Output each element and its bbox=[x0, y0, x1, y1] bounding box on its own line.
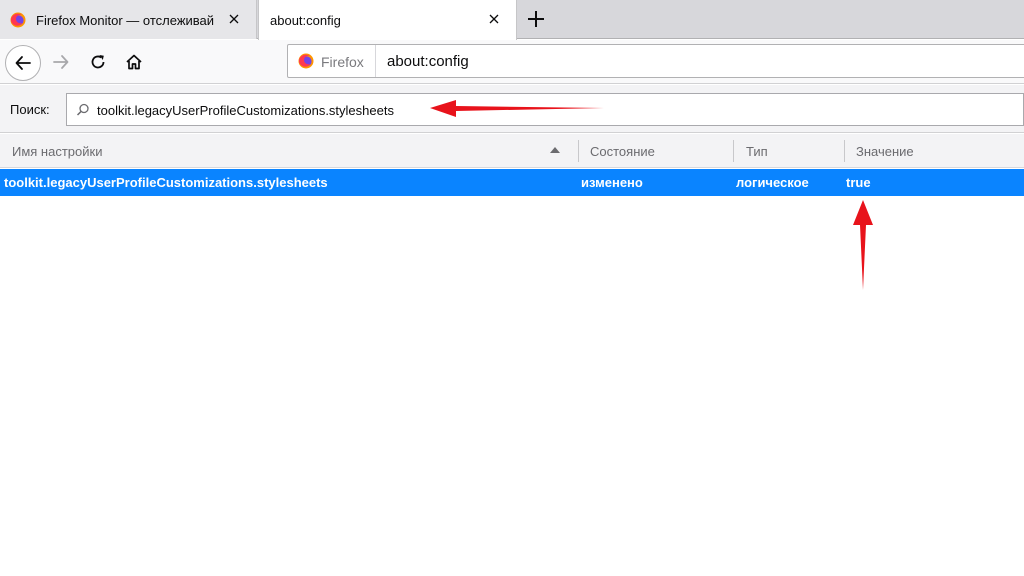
pref-type-cell: логическое bbox=[736, 175, 809, 190]
home-icon bbox=[126, 54, 142, 70]
address-bar[interactable]: Firefox about:config bbox=[287, 44, 1024, 78]
table-header: Имя настройки Состояние Тип Значение bbox=[0, 134, 1024, 168]
identity-label: Firefox bbox=[321, 54, 364, 70]
arrow-left-icon bbox=[15, 56, 31, 70]
back-button[interactable] bbox=[5, 45, 41, 81]
search-label: Поиск: bbox=[10, 102, 50, 117]
pref-status-cell: изменено bbox=[581, 175, 643, 190]
identity-box[interactable]: Firefox bbox=[288, 45, 376, 77]
search-input[interactable]: toolkit.legacyUserProfileCustomizations.… bbox=[66, 93, 1024, 126]
column-header-name[interactable]: Имя настройки bbox=[12, 144, 102, 159]
tab-strip: Firefox Monitor — отслеживай about:confi… bbox=[0, 0, 1024, 40]
navigation-toolbar: Firefox about:config bbox=[0, 40, 1024, 84]
tab-firefox-monitor[interactable]: Firefox Monitor — отслеживай bbox=[0, 0, 257, 39]
close-tab-icon[interactable] bbox=[226, 11, 242, 27]
firefox-logo-icon bbox=[298, 53, 314, 69]
sort-ascending-icon bbox=[550, 147, 560, 153]
tab-title: about:config bbox=[270, 13, 341, 28]
home-button[interactable] bbox=[118, 46, 150, 78]
empty-table-area bbox=[0, 196, 1024, 576]
pref-name-cell: toolkit.legacyUserProfileCustomizations.… bbox=[4, 175, 328, 190]
tab-about-config[interactable]: about:config bbox=[258, 0, 517, 40]
column-separator[interactable] bbox=[733, 140, 734, 162]
reload-button[interactable] bbox=[82, 46, 114, 78]
search-value: toolkit.legacyUserProfileCustomizations.… bbox=[97, 103, 394, 118]
table-row[interactable]: toolkit.legacyUserProfileCustomizations.… bbox=[0, 169, 1024, 196]
arrow-right-icon bbox=[53, 55, 69, 69]
column-separator[interactable] bbox=[578, 140, 579, 162]
column-separator[interactable] bbox=[844, 140, 845, 162]
tab-title: Firefox Monitor — отслеживай bbox=[36, 13, 215, 28]
column-header-value[interactable]: Значение bbox=[856, 144, 914, 159]
column-header-status[interactable]: Состояние bbox=[590, 144, 655, 159]
pref-value-cell: true bbox=[846, 175, 871, 190]
firefox-logo-icon bbox=[10, 12, 26, 28]
reload-icon bbox=[91, 55, 105, 69]
search-icon bbox=[76, 103, 89, 116]
new-tab-plus-icon[interactable] bbox=[524, 7, 548, 31]
column-header-type[interactable]: Тип bbox=[746, 144, 768, 159]
search-row: Поиск: toolkit.legacyUserProfileCustomiz… bbox=[0, 85, 1024, 133]
forward-button[interactable] bbox=[45, 46, 77, 78]
close-tab-icon[interactable] bbox=[486, 11, 502, 27]
url-text[interactable]: about:config bbox=[387, 53, 469, 70]
